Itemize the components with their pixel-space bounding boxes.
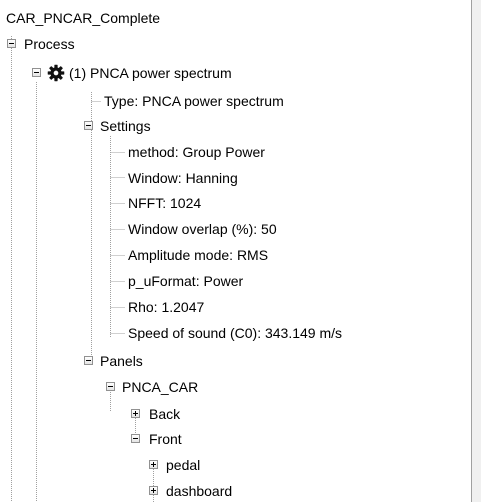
tree-node-label: dashboard: [166, 483, 233, 499]
tree-node-label: Process: [24, 36, 75, 52]
tree-node-label: pedal: [166, 457, 201, 473]
tree-node-label: Window: Hanning: [128, 170, 238, 186]
tree-node-label: Settings: [100, 118, 151, 134]
tree-node-label: p_uFormat: Power: [128, 273, 244, 289]
tree-node-label: Speed of sound (C0): 343.149 m/s: [128, 325, 343, 341]
tree-node-label: PNCA_CAR: [122, 379, 199, 395]
minus-box-icon[interactable]: [7, 39, 16, 48]
tree-node-label: Panels: [100, 353, 143, 369]
tree-node-label: method: Group Power: [128, 144, 265, 160]
minus-box-icon[interactable]: [131, 434, 140, 443]
plus-box-icon[interactable]: [131, 409, 140, 418]
plus-box-icon[interactable]: [149, 486, 158, 495]
minus-box-icon[interactable]: [84, 121, 93, 130]
plus-box-icon[interactable]: [149, 460, 158, 469]
minus-box-icon[interactable]: [106, 382, 115, 391]
tree-node-label: NFFT: 1024: [128, 195, 202, 211]
tree-node-label: Rho: 1.2047: [128, 299, 205, 315]
tree-node-label: Front: [149, 431, 182, 447]
tree-node-label: Back: [149, 406, 181, 422]
tree-node-label: (1) PNCA power spectrum: [69, 65, 232, 81]
tree-node-label: Window overlap (%): 50: [128, 221, 277, 237]
tree-node-label: Type: PNCA power spectrum: [104, 93, 284, 109]
tree-node-label: Amplitude mode: RMS: [128, 247, 269, 263]
tree-view[interactable]: CAR_PNCAR_Complete Process (1) PNCA powe…: [0, 0, 471, 502]
vertical-scrollbar[interactable]: [471, 0, 481, 502]
gear-icon: [47, 64, 65, 82]
tree-node-label: CAR_PNCAR_Complete: [6, 10, 161, 26]
minus-box-icon[interactable]: [32, 68, 41, 77]
minus-box-icon[interactable]: [84, 356, 93, 365]
